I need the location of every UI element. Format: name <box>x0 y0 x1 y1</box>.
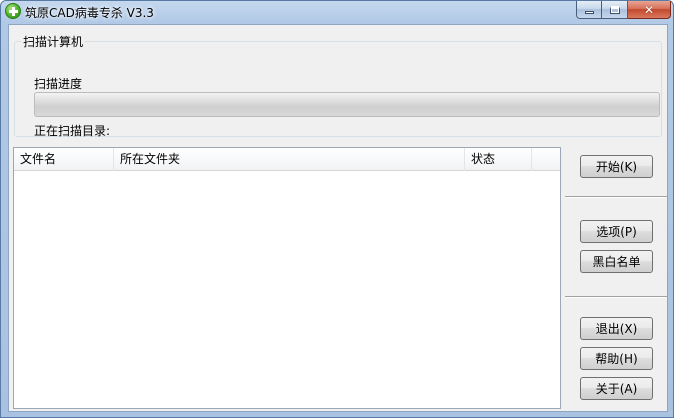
scan-progress-bar <box>34 92 660 117</box>
scanning-directory-label: 正在扫描目录: <box>34 124 111 138</box>
progress-label: 扫描进度 <box>34 77 83 91</box>
minimize-button[interactable] <box>576 1 602 19</box>
minimize-icon <box>584 11 594 14</box>
close-button[interactable]: ✕ <box>628 1 671 19</box>
column-header-status[interactable]: 状态 <box>465 148 532 171</box>
column-header-filename[interactable]: 文件名 <box>14 148 114 171</box>
maximize-icon <box>609 5 620 14</box>
caption-buttons: ✕ <box>576 1 671 19</box>
help-button[interactable]: 帮助(H) <box>580 347 653 370</box>
app-window: 筑原CAD病毒专杀 V3.3 ✕ 扫描进度 正在扫描目录: 扫描计算机 文件名 <box>0 0 674 418</box>
scan-groupbox: 扫描进度 正在扫描目录: <box>14 41 662 138</box>
title-bar[interactable]: 筑原CAD病毒专杀 V3.3 ✕ <box>1 1 674 23</box>
column-header-filler <box>532 148 560 171</box>
separator <box>565 296 667 298</box>
exit-button[interactable]: 退出(X) <box>580 317 653 340</box>
about-button[interactable]: 关于(A) <box>580 377 653 400</box>
client-area: 扫描进度 正在扫描目录: 扫描计算机 文件名 所在文件夹 状态 开始(K) 选项… <box>8 24 668 412</box>
blackwhite-list-button[interactable]: 黑白名单 <box>580 250 653 273</box>
close-icon: ✕ <box>643 2 655 17</box>
green-plus-icon <box>5 3 21 19</box>
scan-group-legend: 扫描计算机 <box>21 33 86 50</box>
file-list-header: 文件名 所在文件夹 状态 <box>14 148 560 171</box>
file-list[interactable]: 文件名 所在文件夹 状态 <box>13 147 561 409</box>
start-button[interactable]: 开始(K) <box>580 155 653 178</box>
window-title: 筑原CAD病毒专杀 V3.3 <box>25 6 154 20</box>
options-button[interactable]: 选项(P) <box>580 220 653 243</box>
maximize-button[interactable] <box>602 1 628 19</box>
column-header-folder[interactable]: 所在文件夹 <box>114 148 465 171</box>
separator <box>565 196 667 198</box>
